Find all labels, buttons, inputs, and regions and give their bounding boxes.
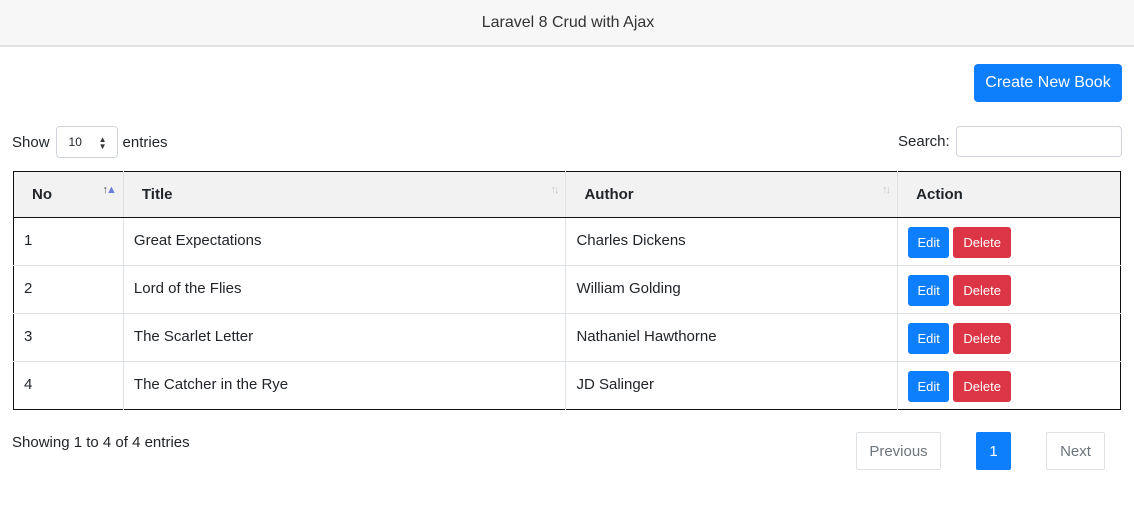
length-suffix-label: entries <box>122 133 168 151</box>
cell-no: 4 <box>13 361 124 410</box>
delete-button[interactable]: Delete <box>953 371 1012 402</box>
table-row: 1 Great Expectations Charles Dickens Edi… <box>14 217 1121 266</box>
column-header-title[interactable]: Title ↑↓ <box>122 171 566 218</box>
cell-title: The Scarlet Letter <box>122 313 566 362</box>
length-select-value: 10 <box>68 135 82 149</box>
pagination-next-button[interactable]: Next <box>1046 432 1105 470</box>
cell-title: The Catcher in the Rye <box>122 361 566 410</box>
table-header-row: No ↑▲ Title ↑↓ Author ↑↓ Action <box>13 171 1121 218</box>
cell-title: Great Expectations <box>122 217 566 266</box>
sort-both-icon: ↑↓ <box>882 184 891 196</box>
select-sort-arrows-icon: ▲ ▼ <box>98 135 107 151</box>
edit-button[interactable]: Edit <box>908 371 950 402</box>
column-header-no-label: No <box>32 186 52 203</box>
navbar-title: Laravel 8 Crud with Ajax <box>481 13 655 31</box>
search-input[interactable] <box>955 126 1122 157</box>
edit-button[interactable]: Edit <box>908 323 950 354</box>
table-info-text: Showing 1 to 4 of 4 entries <box>12 434 190 451</box>
cell-author: Nathaniel Hawthorne <box>565 313 898 362</box>
sort-both-icon: ↑↓ <box>550 184 559 196</box>
sort-ascending-icon: ↑▲ <box>102 184 117 196</box>
create-new-book-button[interactable]: Create New Book <box>974 64 1122 102</box>
search-control: Search: <box>898 126 1122 157</box>
entries-length-select[interactable]: 10 ▲ ▼ <box>55 126 118 158</box>
column-header-author[interactable]: Author ↑↓ <box>565 171 898 218</box>
column-header-no[interactable]: No ↑▲ <box>13 171 124 218</box>
column-header-action: Action <box>897 171 1121 218</box>
table-row: 3 The Scarlet Letter Nathaniel Hawthorne… <box>13 313 1121 362</box>
top-navbar: Laravel 8 Crud with Ajax <box>0 0 1134 47</box>
cell-title: Lord of the Flies <box>122 265 566 314</box>
edit-button[interactable]: Edit <box>908 227 950 258</box>
cell-action: Edit Delete <box>897 313 1121 362</box>
cell-no: 2 <box>13 265 124 314</box>
cell-no: 1 <box>24 232 33 249</box>
entries-length-control: Show 10 ▲ ▼ entries <box>12 126 168 158</box>
cell-action: Edit Delete <box>897 361 1121 410</box>
cell-author: JD Salinger <box>565 361 898 410</box>
delete-button[interactable]: Delete <box>953 275 1012 306</box>
table-row: 4 The Catcher in the Rye JD Salinger Edi… <box>13 361 1121 410</box>
table-row: 2 Lord of the Flies William Golding Edit… <box>13 265 1121 314</box>
cell-no: 3 <box>13 313 124 362</box>
length-prefix-label: Show <box>12 133 50 151</box>
cell-author: William Golding <box>565 265 898 314</box>
cell-action: Edit Delete <box>897 217 1121 266</box>
column-header-title-label: Title <box>141 186 173 203</box>
delete-button[interactable]: Delete <box>953 227 1012 258</box>
column-header-author-label: Author <box>584 186 634 203</box>
cell-action: Edit Delete <box>897 265 1121 314</box>
column-header-action-label: Action <box>916 186 963 203</box>
edit-button[interactable]: Edit <box>908 275 950 306</box>
books-table: No ↑▲ Title ↑↓ Author ↑↓ Action 1 Great … <box>13 171 1121 410</box>
delete-button[interactable]: Delete <box>953 323 1012 354</box>
search-label: Search: <box>898 133 950 150</box>
pagination-page-1-button[interactable]: 1 <box>976 432 1011 470</box>
pagination-previous-button[interactable]: Previous <box>856 432 941 470</box>
cell-author: Charles Dickens <box>565 217 898 266</box>
